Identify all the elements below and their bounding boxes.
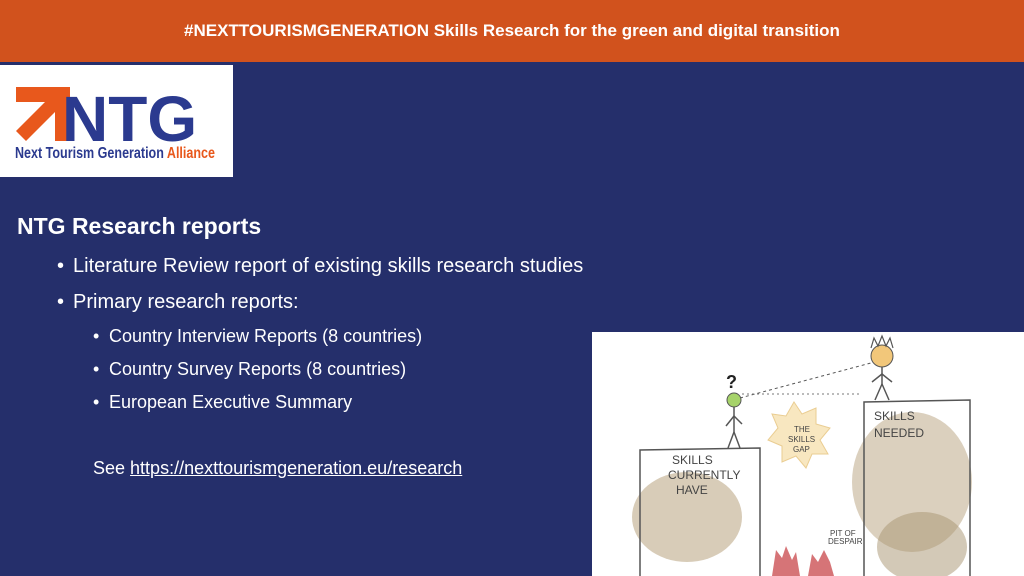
logo-tagline-alliance: Alliance [167, 145, 215, 162]
header-bar: #NEXTTOURISMGENERATION Skills Research f… [0, 0, 1024, 62]
question-mark: ? [726, 372, 737, 392]
label-pit-2: DESPAIR [828, 537, 863, 546]
research-link[interactable]: https://nexttourismgeneration.eu/researc… [130, 458, 462, 478]
label-gap-1: THE [794, 425, 810, 434]
bullet-primary-research: • Primary research reports: [57, 291, 299, 313]
label-gap-3: GAP [793, 445, 810, 454]
label-have-3: HAVE [676, 483, 708, 497]
label-have-2: CURRENTLY [668, 468, 740, 482]
see-prefix: See [93, 458, 126, 478]
logo-tagline-main: Next Tourism Generation [15, 145, 164, 162]
section-heading: NTG Research reports [17, 213, 262, 239]
ntg-logo: NTG Next Tourism Generation Alliance [0, 65, 233, 177]
skills-gap-illustration: ? SKILLS CURRENTLY HAVE SKILLS NEEDED TH… [592, 332, 1024, 576]
label-gap-2: SKILLS [788, 435, 815, 444]
sub-bullet-interview-reports: • Country Interview Reports (8 countries) [93, 326, 423, 346]
bullet-literature-review: • Literature Review report of existing sk… [57, 255, 584, 277]
see-line: See https://nexttourismgeneration.eu/res… [93, 458, 462, 479]
header-title: #NEXTTOURISMGENERATION Skills Research f… [184, 21, 840, 40]
sub-bullet-executive-summary: • European Executive Summary [93, 392, 353, 412]
label-have-1: SKILLS [672, 453, 713, 467]
label-needed-2: NEEDED [874, 426, 924, 440]
sub-bullet-survey-reports: • Country Survey Reports (8 countries) [93, 359, 407, 379]
label-needed-1: SKILLS [874, 409, 915, 423]
logo-tagline: Next Tourism Generation Alliance [15, 145, 215, 162]
